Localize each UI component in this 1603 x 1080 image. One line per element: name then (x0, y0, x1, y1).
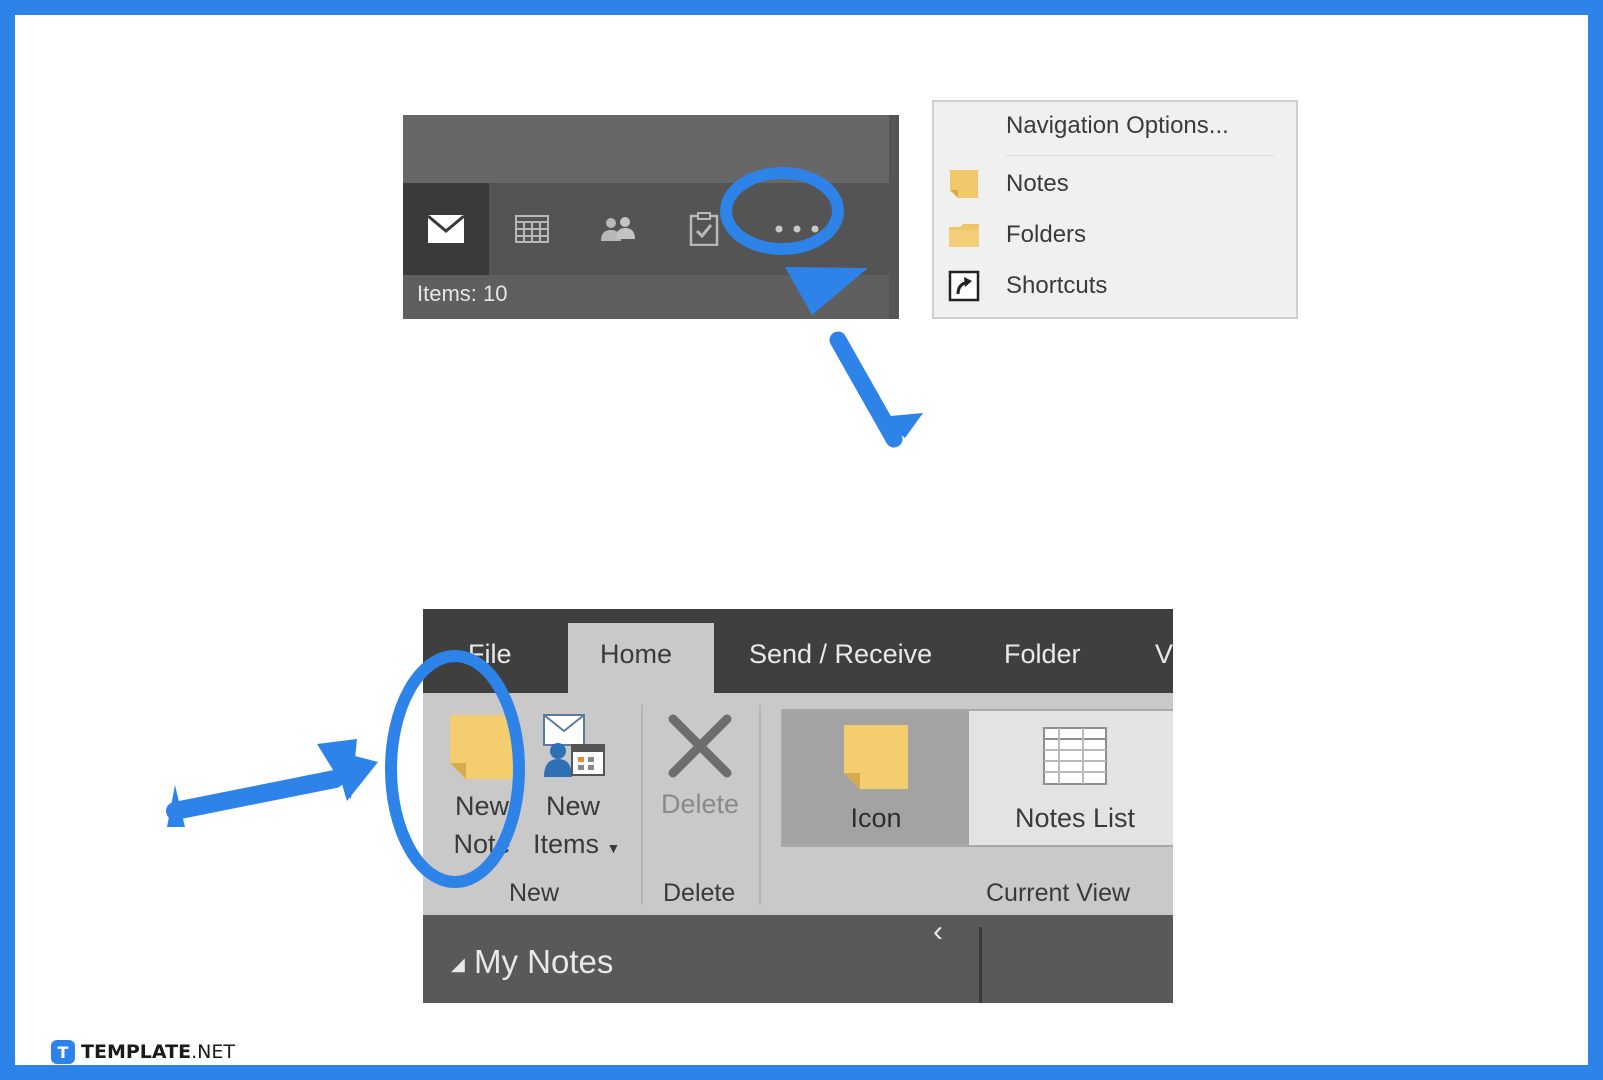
arrow-up-icon (785, 267, 923, 448)
logo-suffix-text: .NET (191, 1041, 235, 1063)
template-net-logo: T TEMPLATE.NET (51, 1040, 235, 1064)
arrow-right-icon (166, 739, 378, 827)
logo-brand-text: TEMPLATE (81, 1041, 192, 1063)
highlight-ellipse-more (720, 167, 844, 255)
page-frame: Items: 10 Navigation Options... Notes Fo… (0, 0, 1603, 1080)
template-logo-icon: T (51, 1040, 75, 1064)
annotation-overlay (166, 167, 923, 888)
highlight-ellipse-new-note (385, 650, 525, 888)
